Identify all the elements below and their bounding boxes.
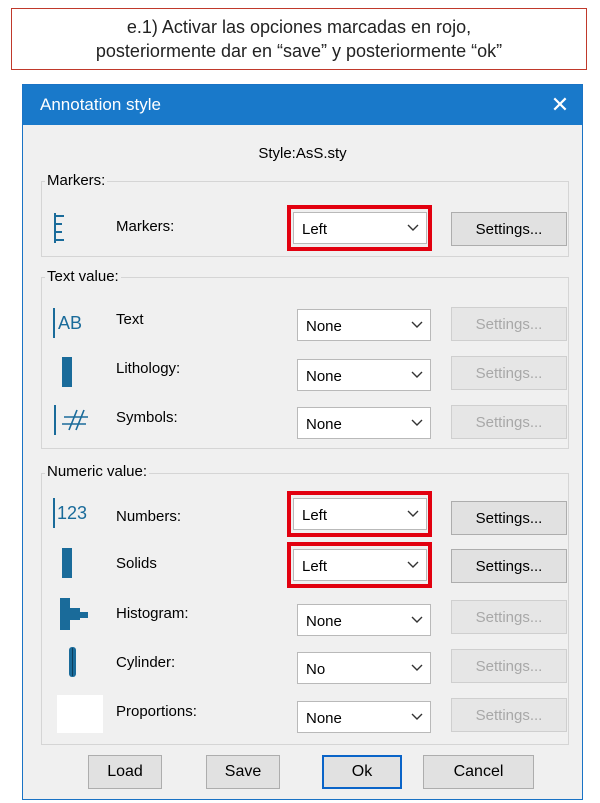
markers-scale-icon [54, 213, 64, 243]
cylinder-settings-button[interactable]: Settings... [451, 649, 567, 683]
markers-settings-button[interactable]: Settings... [451, 212, 567, 246]
chevron-down-icon [407, 561, 419, 568]
symbols-label: Symbols: [116, 409, 178, 426]
symbols-select-value: None [306, 416, 342, 433]
instruction-line-1: e.1) Activar las opciones marcadas en ro… [126, 17, 472, 37]
markers-select[interactable]: Left [293, 212, 427, 244]
proportions-label: Proportions: [116, 703, 197, 720]
histogram-settings-button[interactable]: Settings... [451, 600, 567, 634]
histogram-label: Histogram: [116, 605, 189, 622]
solids-settings-button[interactable]: Settings... [451, 549, 567, 583]
proportions-settings-button[interactable]: Settings... [451, 698, 567, 732]
ok-button[interactable]: Ok [322, 755, 402, 789]
instruction-banner: e.1) Activar las opciones marcadas en ro… [11, 8, 587, 70]
close-icon[interactable]: ✕ [538, 85, 582, 125]
cancel-button[interactable]: Cancel [423, 755, 534, 789]
numbers-label: Numbers: [116, 508, 182, 525]
text-settings-button[interactable]: Settings... [451, 307, 567, 341]
dialog-title: Annotation style [40, 95, 161, 114]
proportions-blank-icon [57, 695, 103, 733]
text-select-value: None [306, 318, 342, 335]
cylinder-select-value: No [306, 661, 326, 678]
ab-text-icon: AB [53, 308, 82, 338]
numbers-settings-button[interactable]: Settings... [451, 501, 567, 535]
hash-symbols-icon [54, 405, 88, 435]
chevron-down-icon [411, 419, 423, 426]
cylinder-icon [69, 647, 76, 677]
numbers-select-value: Left [302, 507, 328, 524]
lithology-settings-button[interactable]: Settings... [451, 356, 567, 390]
solids-bar-icon [62, 548, 72, 578]
text-label: Text [116, 311, 144, 328]
histogram-select[interactable]: None [297, 604, 431, 636]
load-button[interactable]: Load [88, 755, 162, 789]
style-name-label: Style:AsS.sty [258, 145, 347, 162]
annotation-style-dialog: Annotation style ✕ Style:AsS.sty Markers… [22, 84, 583, 800]
lithology-bar-icon [62, 357, 72, 387]
numbers-select[interactable]: Left [293, 498, 427, 530]
solids-select[interactable]: Left [293, 549, 427, 581]
lithology-label: Lithology: [116, 360, 181, 377]
instruction-line-2: posteriormente dar en “save” y posterior… [95, 41, 503, 61]
save-button[interactable]: Save [206, 755, 280, 789]
chevron-down-icon [411, 713, 423, 720]
markers-select-value: Left [302, 221, 328, 238]
markers-label: Markers: [116, 218, 175, 235]
chevron-down-icon [411, 371, 423, 378]
proportions-select-value: None [306, 710, 342, 727]
symbols-settings-button[interactable]: Settings... [451, 405, 567, 439]
numeric-value-group-title: Numeric value: [45, 463, 150, 480]
text-value-group-title: Text value: [45, 268, 121, 285]
lithology-select-value: None [306, 368, 342, 385]
solids-label: Solids [116, 555, 157, 572]
chevron-down-icon [407, 224, 419, 231]
text-select[interactable]: None [297, 309, 431, 341]
cylinder-select[interactable]: No [297, 652, 431, 684]
123-numbers-icon: 123 [53, 498, 87, 528]
markers-group-title: Markers: [45, 172, 108, 189]
chevron-down-icon [411, 664, 423, 671]
chevron-down-icon [411, 321, 423, 328]
histogram-icon [60, 598, 88, 630]
chevron-down-icon [407, 510, 419, 517]
lithology-select[interactable]: None [297, 359, 431, 391]
symbols-select[interactable]: None [297, 407, 431, 439]
chevron-down-icon [411, 616, 423, 623]
histogram-select-value: None [306, 613, 342, 630]
solids-select-value: Left [302, 558, 328, 575]
title-bar: Annotation style ✕ [23, 85, 582, 125]
proportions-select[interactable]: None [297, 701, 431, 733]
cylinder-label: Cylinder: [116, 654, 176, 671]
